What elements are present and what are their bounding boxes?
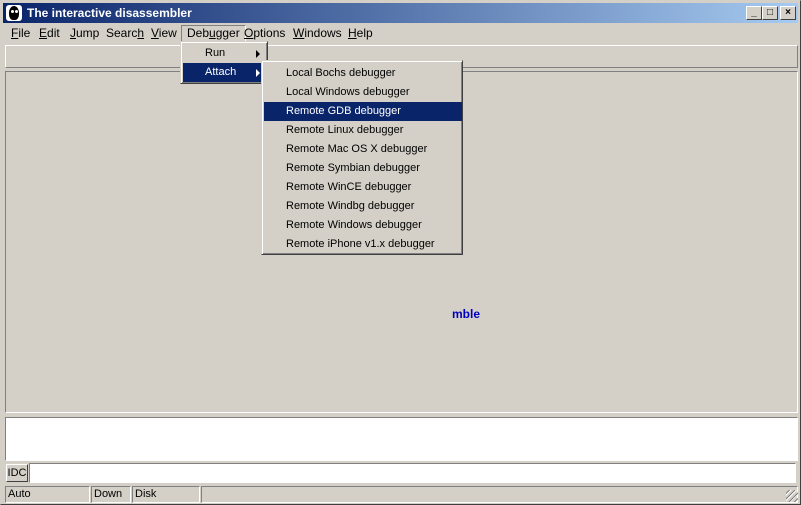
menu-item-remote-gdb-debugger[interactable]: Remote GDB debugger	[264, 102, 462, 121]
ida-app-icon[interactable]	[6, 5, 22, 21]
resize-grip-icon[interactable]	[786, 490, 798, 502]
status-message	[201, 486, 798, 503]
menu-jump[interactable]: Jump	[65, 25, 104, 42]
menu-windows[interactable]: Windows	[288, 25, 347, 42]
menu-item-run[interactable]: Run	[183, 44, 267, 63]
close-button[interactable]: ×	[780, 6, 796, 20]
close-icon: ×	[785, 7, 791, 18]
menu-edit[interactable]: Edit	[34, 25, 65, 42]
submenu-arrow-icon	[256, 69, 260, 77]
attach-submenu: Local Bochs debugger Local Windows debug…	[261, 60, 463, 255]
menu-bar: File Edit Jump Search View Debugger Opti…	[3, 23, 798, 42]
menu-view[interactable]: View	[146, 25, 182, 42]
menu-item-remote-windows-debugger[interactable]: Remote Windows debugger	[264, 216, 462, 235]
menu-file[interactable]: File	[6, 25, 35, 42]
menu-item-remote-iphone-debugger[interactable]: Remote iPhone v1.x debugger	[264, 235, 462, 254]
menu-search[interactable]: Search	[101, 25, 149, 42]
menu-options[interactable]: Options	[239, 25, 290, 42]
menu-item-local-bochs-debugger[interactable]: Local Bochs debugger	[264, 64, 462, 83]
minimize-icon: _	[751, 7, 757, 18]
menu-item-attach[interactable]: Attach	[183, 63, 267, 82]
minimize-button[interactable]: _	[746, 6, 762, 20]
menu-debugger[interactable]: Debugger	[181, 25, 246, 42]
status-disk: Disk	[132, 486, 200, 503]
menu-item-remote-symbian-debugger[interactable]: Remote Symbian debugger	[264, 159, 462, 178]
window-title: The interactive disassembler	[27, 6, 192, 20]
status-direction: Down	[91, 486, 131, 503]
status-bar: Auto Down Disk	[3, 485, 800, 504]
menu-item-local-windows-debugger[interactable]: Local Windows debugger	[264, 83, 462, 102]
maximize-icon: □	[766, 7, 774, 18]
menu-item-remote-wince-debugger[interactable]: Remote WinCE debugger	[264, 178, 462, 197]
output-window[interactable]	[5, 417, 798, 461]
workspace-hint-text: mble	[452, 307, 481, 321]
menu-item-remote-linux-debugger[interactable]: Remote Linux debugger	[264, 121, 462, 140]
command-input[interactable]	[29, 463, 796, 483]
menu-help[interactable]: Help	[343, 25, 378, 42]
title-bar[interactable]: The interactive disassembler _ □ ×	[3, 3, 798, 23]
idc-button[interactable]: IDC	[6, 464, 28, 482]
menu-item-remote-windbg-debugger[interactable]: Remote Windbg debugger	[264, 197, 462, 216]
status-auto: Auto	[5, 486, 90, 503]
menu-item-remote-macosx-debugger[interactable]: Remote Mac OS X debugger	[264, 140, 462, 159]
submenu-arrow-icon	[256, 50, 260, 58]
debugger-menu: Run Attach	[180, 41, 268, 84]
maximize-button[interactable]: □	[762, 6, 778, 20]
